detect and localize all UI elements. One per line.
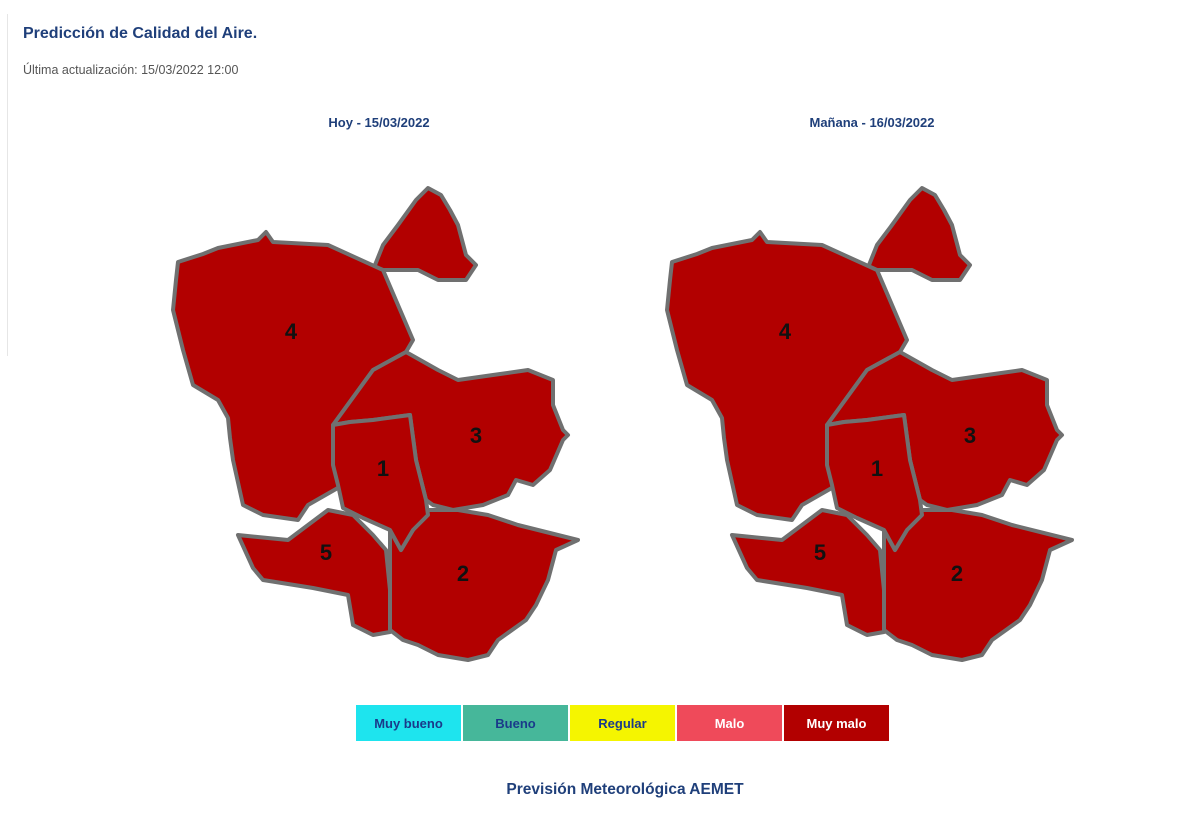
- zone-5[interactable]: [730, 508, 886, 637]
- map-tomorrow: 1 2 3 4 5: [652, 170, 1092, 670]
- map-title-today: Hoy - 15/03/2022: [328, 115, 430, 130]
- zone-1-label: 1: [871, 456, 883, 481]
- map-title-tomorrow: Mañana - 16/03/2022: [809, 115, 935, 130]
- zone-4-northern-extension[interactable]: [371, 186, 478, 282]
- zone-4-northern-extension[interactable]: [865, 186, 972, 282]
- zone-2[interactable]: [388, 508, 580, 662]
- zone-2-label: 2: [457, 561, 469, 586]
- footer-link[interactable]: Previsión Meteorológica AEMET: [0, 781, 1190, 799]
- region-map: 1 2 3 4 5: [665, 186, 1074, 662]
- zone-2-label: 2: [951, 561, 963, 586]
- legend-item-muy-bueno: Muy bueno: [356, 705, 461, 741]
- legend-item-bueno: Bueno: [463, 705, 568, 741]
- last-updated: Última actualización: 15/03/2022 12:00: [23, 63, 239, 77]
- map-today: 1 2 3 4 5: [158, 170, 598, 670]
- zone-5[interactable]: [236, 508, 392, 637]
- left-divider: [7, 14, 8, 356]
- zone-5-label: 5: [320, 540, 332, 565]
- zone-5-label: 5: [814, 540, 826, 565]
- zone-2[interactable]: [882, 508, 1074, 662]
- zone-4-label: 4: [285, 319, 298, 344]
- zone-4-label: 4: [779, 319, 792, 344]
- region-map: 1 2 3 4 5: [171, 186, 580, 662]
- zone-1-label: 1: [377, 456, 389, 481]
- legend: Muy bueno Bueno Regular Malo Muy malo: [356, 705, 889, 741]
- legend-item-malo: Malo: [677, 705, 782, 741]
- legend-item-regular: Regular: [570, 705, 675, 741]
- zone-3-label: 3: [470, 423, 482, 448]
- page-title: Predicción de Calidad del Aire.: [23, 25, 258, 42]
- legend-item-muy-malo: Muy malo: [784, 705, 889, 741]
- zone-3-label: 3: [964, 423, 976, 448]
